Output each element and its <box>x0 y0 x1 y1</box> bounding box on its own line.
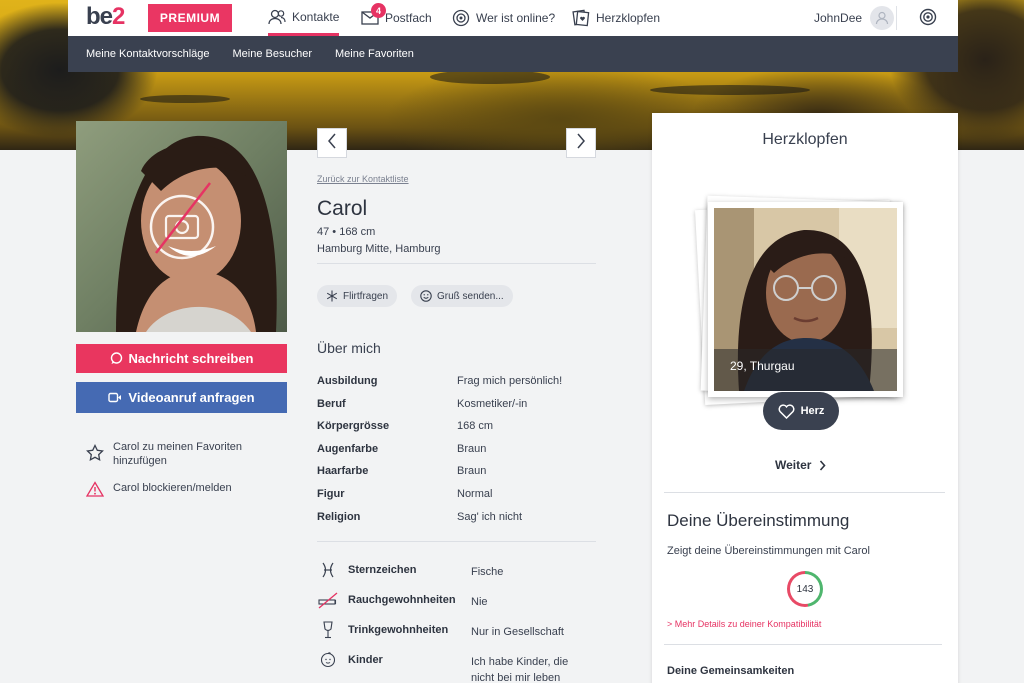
nav-divider <box>896 6 897 30</box>
match-subtitle: Zeigt deine Übereinstimmungen mit Carol <box>667 545 870 557</box>
avatar <box>870 6 895 30</box>
previous-profile-button[interactable] <box>317 128 347 158</box>
nav-postfach[interactable]: 4 Postfach <box>361 0 432 36</box>
be2-logo[interactable]: be2 <box>86 3 125 31</box>
postfach-badge: 4 <box>371 3 386 18</box>
match-score-ring[interactable]: 143 <box>787 571 823 607</box>
divider <box>317 263 596 264</box>
profile-age-height: 47 • 168 cm <box>317 226 376 238</box>
nav-kontakte-label: Kontakte <box>292 9 340 24</box>
compatibility-details-link[interactable]: > Mehr Details zu deiner Kompatibilität <box>667 619 821 629</box>
chevron-right-icon <box>819 459 827 471</box>
snowflake-icon <box>326 290 338 302</box>
heart-icon <box>778 403 795 419</box>
send-message-button[interactable]: Nachricht schreiben <box>76 344 287 373</box>
herzklopfen-title: Herzklopfen <box>762 131 848 148</box>
common-interests-title: Deine Gemeinsamkeiten <box>667 665 795 677</box>
nav-online[interactable]: Wer ist online? <box>452 0 555 36</box>
nav-postfach-label: Postfach <box>385 11 432 25</box>
divider <box>317 541 596 542</box>
chevron-left-icon <box>327 133 337 154</box>
child-icon <box>317 649 339 671</box>
nav-herzklopfen[interactable]: Herzklopfen <box>572 0 660 36</box>
herz-button[interactable]: Herz <box>763 392 839 430</box>
subnav-favoriten[interactable]: Meine Favoriten <box>335 48 414 60</box>
block-report-link[interactable]: Carol blockieren/melden <box>86 481 232 497</box>
glass-icon <box>317 619 339 641</box>
herzklopfen-card-caption: 29, Thurgau <box>714 349 897 391</box>
nav-herzklopfen-label: Herzklopfen <box>596 11 661 25</box>
top-navigation: be2 PREMIUM Kontakte 4 Postfach Wer ist … <box>68 0 958 36</box>
contacts-icon <box>268 8 286 26</box>
warning-icon <box>86 481 104 497</box>
divider <box>664 492 945 493</box>
subnav-kontaktvorschlaege[interactable]: Meine Kontaktvorschläge <box>86 48 210 60</box>
nav-kontakte[interactable]: Kontakte <box>268 0 340 36</box>
send-greeting-chip[interactable]: Gruß senden... <box>411 285 513 307</box>
chat-icon <box>110 352 123 365</box>
herzklopfen-icon <box>572 9 590 27</box>
next-profile-button[interactable] <box>566 128 596 158</box>
visibility-icon[interactable] <box>919 8 937 31</box>
weiter-button[interactable]: Weiter <box>775 458 827 472</box>
match-score: 143 <box>790 574 820 604</box>
profile-location: Hamburg Mitte, Hamburg <box>317 243 441 255</box>
back-to-contacts-link[interactable]: Zurück zur Kontaktliste <box>317 174 409 184</box>
video-call-button[interactable]: Videoanruf anfragen <box>76 382 287 413</box>
chevron-right-icon <box>576 133 586 154</box>
premium-button[interactable]: PREMIUM <box>148 4 232 32</box>
herzklopfen-card[interactable]: 29, Thurgau <box>708 202 903 397</box>
pisces-icon <box>317 559 339 581</box>
nav-online-label: Wer ist online? <box>476 11 556 25</box>
username: JohnDee <box>814 11 863 25</box>
no-smoking-icon <box>317 589 339 611</box>
sub-navigation: Meine Kontaktvorschläge Meine Besucher M… <box>68 36 958 72</box>
flirtfragen-chip[interactable]: Flirtfragen <box>317 285 398 307</box>
about-me-title: Über mich <box>317 340 381 356</box>
online-icon <box>452 9 470 27</box>
herzklopfen-panel: Herzklopfen 29, Thurgau Herz Weiter Dein… <box>652 113 958 683</box>
divider <box>664 644 942 645</box>
add-favorite-link[interactable]: Carol zu meinen Favoriten hinzufügen <box>86 440 266 468</box>
match-title: Deine Übereinstimmung <box>667 511 850 530</box>
profile-name: Carol <box>317 197 368 220</box>
video-icon <box>108 392 122 403</box>
subnav-besucher[interactable]: Meine Besucher <box>233 48 313 60</box>
profile-photo[interactable] <box>76 121 287 332</box>
user-menu[interactable]: JohnDee <box>814 6 895 30</box>
star-icon <box>86 444 104 462</box>
smiley-icon <box>420 290 432 302</box>
